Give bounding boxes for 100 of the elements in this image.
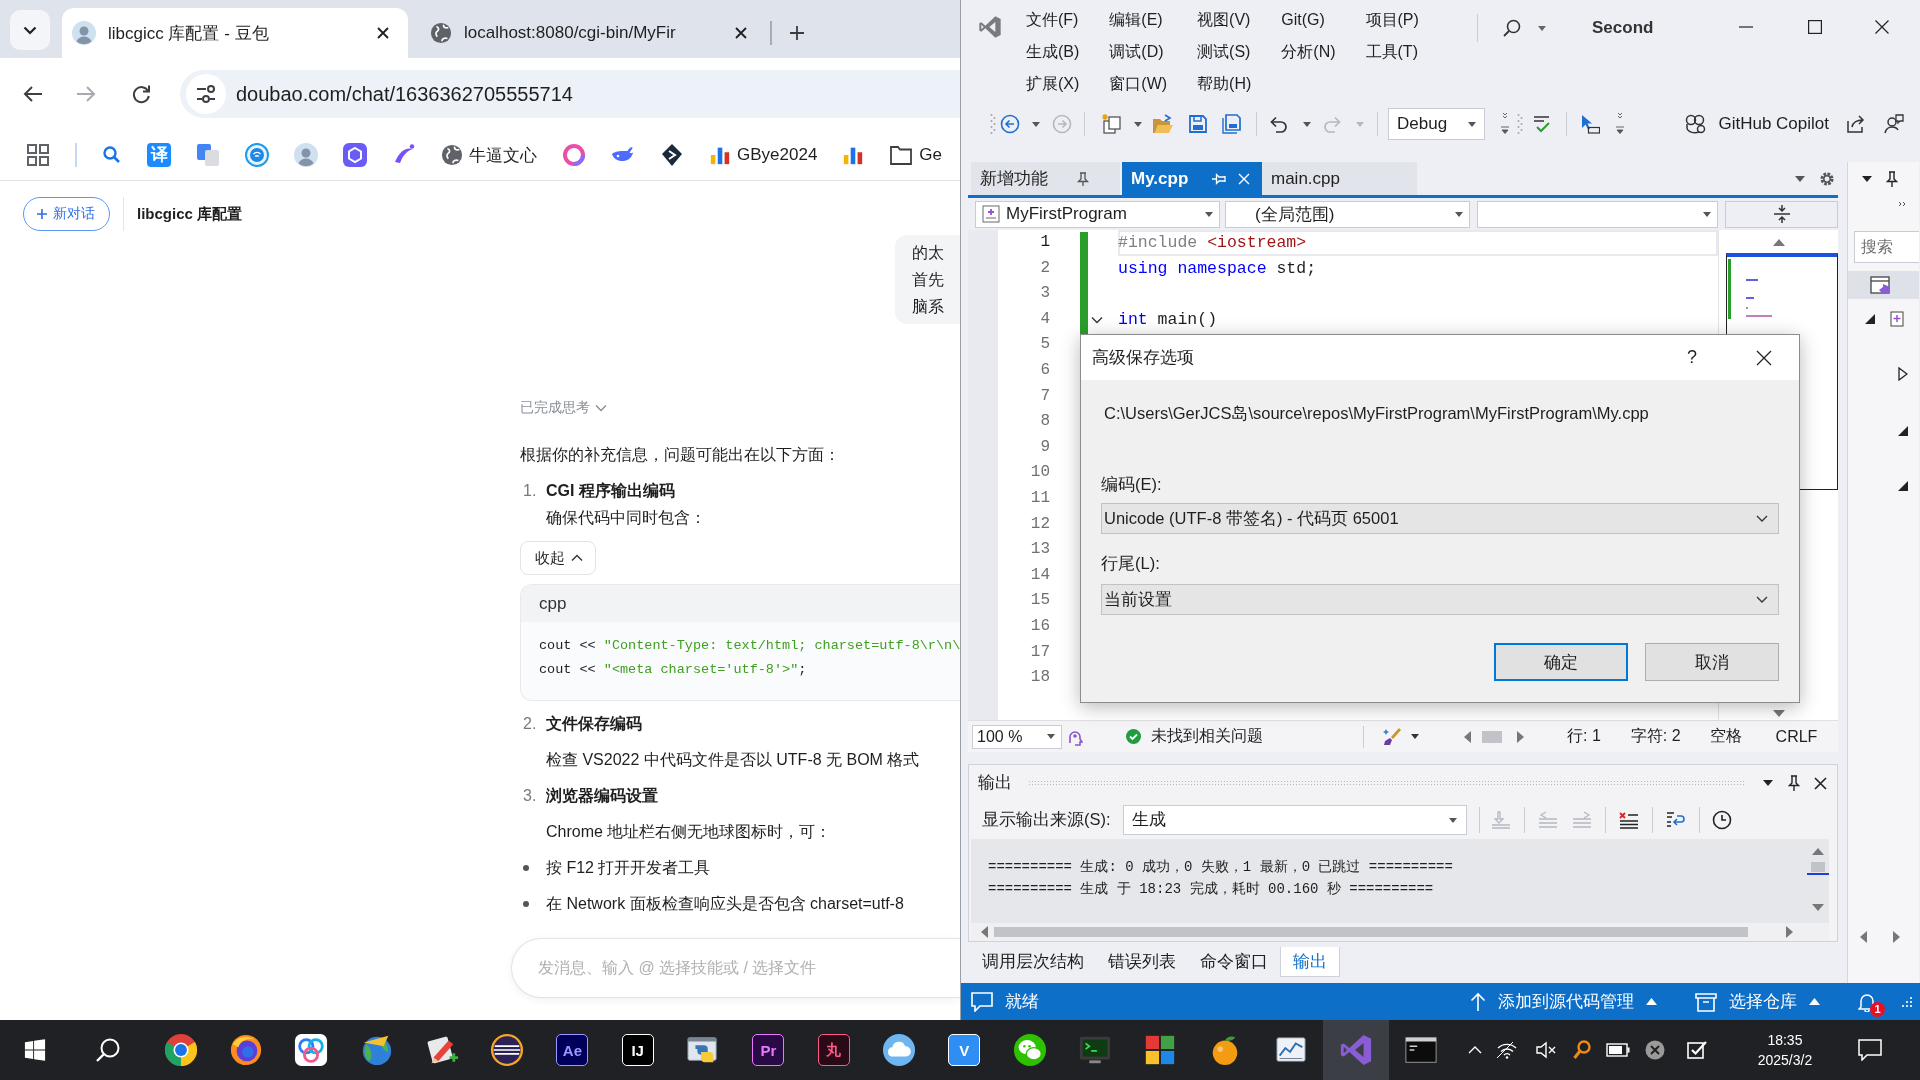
close-icon[interactable] xyxy=(377,27,389,39)
browser-tab[interactable]: localhost:8080/cgi-bin/MyFir xyxy=(420,8,766,58)
scroll-right-icon[interactable] xyxy=(1786,926,1793,938)
wrap-arrow-icon[interactable] xyxy=(1664,810,1687,830)
tree-row[interactable] xyxy=(1848,271,1919,299)
issues-status[interactable]: 未找到相关问题 xyxy=(1151,726,1263,747)
share-icon[interactable] xyxy=(1846,114,1866,134)
encoding-dropdown[interactable]: Unicode (UTF-8 带签名) - 代码页 65001 xyxy=(1101,503,1779,534)
tool-window-tab[interactable]: 调用层次结构 xyxy=(970,947,1096,977)
menu-item[interactable]: 生成(B) xyxy=(1026,36,1080,68)
battery-icon[interactable] xyxy=(1605,1043,1630,1057)
scrollbar-thumb[interactable] xyxy=(994,927,1748,937)
tool-window-tab[interactable]: 错误列表 xyxy=(1096,947,1188,977)
clock-icon[interactable] xyxy=(1711,810,1732,830)
bookmark-link[interactable]: GBye2024 xyxy=(709,144,818,166)
stacked-floppy-icon[interactable] xyxy=(1222,114,1242,134)
gear-icon[interactable] xyxy=(1819,170,1835,187)
bookmark-folder[interactable]: Ge xyxy=(889,144,943,166)
scroll-up-icon[interactable] xyxy=(1772,239,1785,246)
configuration-dropdown[interactable]: Debug xyxy=(1388,108,1485,140)
overflow-icon[interactable] xyxy=(1501,112,1509,136)
start-icon[interactable] xyxy=(24,1039,46,1061)
taskbar-button[interactable]: 丸 xyxy=(800,1020,867,1080)
speech-bubble-icon[interactable] xyxy=(971,991,993,1012)
pin-icon[interactable] xyxy=(1788,775,1800,791)
menu-item[interactable]: 文件(F) xyxy=(1026,4,1080,36)
menu-item[interactable]: 项目(P) xyxy=(1365,4,1419,36)
brush-icon[interactable] xyxy=(1382,726,1402,747)
caret-icon[interactable] xyxy=(1411,734,1419,739)
close-icon[interactable] xyxy=(1875,20,1889,34)
chevron-up-icon[interactable] xyxy=(1467,1046,1482,1054)
dialog-button[interactable]: 取消 xyxy=(1645,643,1779,681)
output-source-dropdown[interactable]: 生成 xyxy=(1122,805,1467,835)
menu-item[interactable]: 窗口(W) xyxy=(1109,68,1168,100)
line-ending-dropdown[interactable]: 当前设置 xyxy=(1101,584,1779,615)
close-icon[interactable] xyxy=(1756,349,1772,366)
copilot-button[interactable]: GitHub Copilot xyxy=(1684,114,1829,134)
scroll-up-icon[interactable] xyxy=(1812,848,1824,855)
taskbar-button[interactable]: Pr xyxy=(735,1020,801,1080)
overflow-icon[interactable] xyxy=(1616,112,1624,136)
wifi-icon[interactable] xyxy=(1495,1041,1518,1059)
caret-icon[interactable] xyxy=(1032,121,1040,127)
zoom-dropdown[interactable]: 100 % xyxy=(972,724,1062,749)
split-window-button[interactable] xyxy=(1725,200,1838,228)
address-bar[interactable]: doubao.com/chat/1636362705555714 xyxy=(180,70,960,118)
new-tab-icon[interactable] xyxy=(789,25,805,41)
message-input[interactable]: 发消息、输入 @ 选择技能或 / 选择文件 xyxy=(511,938,960,998)
cursor-column-text[interactable]: 字符: 2 xyxy=(1630,726,1681,747)
taskbar-button[interactable]: Ae xyxy=(539,1020,606,1080)
browser-tab[interactable]: libcgicc 库配置 - 豆包 xyxy=(62,8,408,58)
menu-item[interactable]: 扩展(X) xyxy=(1026,68,1080,100)
tool-window-tab[interactable]: 命令窗口 xyxy=(1188,947,1280,977)
scrollbar-thumb[interactable] xyxy=(1482,730,1502,743)
tab-search-button[interactable] xyxy=(10,10,50,50)
grip-icon[interactable] xyxy=(990,113,996,135)
grid-icon[interactable] xyxy=(26,143,50,167)
menu-item[interactable]: 视图(V) xyxy=(1197,4,1252,36)
scroll-down-icon[interactable] xyxy=(1772,710,1785,717)
bell-icon[interactable] xyxy=(1858,991,1876,1012)
scroll-left-icon[interactable] xyxy=(981,926,988,938)
scope-dropdown[interactable]: (全局范围) xyxy=(1225,200,1470,228)
document-tab[interactable]: main.cpp xyxy=(1262,162,1417,195)
back-icon[interactable] xyxy=(1000,114,1020,134)
magnifier-icon[interactable] xyxy=(1572,1040,1591,1060)
menu-item[interactable]: 测试(S) xyxy=(1197,36,1252,68)
x-circle-icon[interactable] xyxy=(1644,1040,1665,1060)
bookmark-link[interactable]: 牛逼文心 xyxy=(441,143,537,167)
source-control-button[interactable]: 添加到源代码管理 xyxy=(1470,990,1657,1013)
maximize-icon[interactable] xyxy=(1808,20,1822,34)
ring-icon[interactable] xyxy=(562,143,586,167)
menu-item[interactable]: 工具(T) xyxy=(1365,36,1419,68)
taskbar-button[interactable]: IJ xyxy=(605,1020,671,1080)
search-icon[interactable] xyxy=(95,1037,121,1063)
new-chat-button[interactable]: 新对话 xyxy=(23,197,110,231)
scroll-left-icon[interactable] xyxy=(1464,730,1471,743)
avatar-icon[interactable] xyxy=(294,143,318,167)
scroll-right-icon[interactable] xyxy=(1893,931,1900,943)
cursor-line-text[interactable]: 行: 1 xyxy=(1567,726,1601,747)
caret-icon[interactable] xyxy=(1134,121,1142,127)
reload-icon[interactable] xyxy=(130,83,152,105)
diamond-icon[interactable] xyxy=(660,143,684,167)
signal-circle-icon[interactable] xyxy=(245,143,269,167)
menu-item[interactable]: 分析(N) xyxy=(1281,36,1336,68)
scroll-left-icon[interactable] xyxy=(1860,931,1867,943)
menu-item[interactable]: 帮助(H) xyxy=(1197,68,1252,100)
menu-item[interactable]: 调试(D) xyxy=(1109,36,1168,68)
stacked-pages-icon[interactable] xyxy=(1101,113,1123,135)
speaker-muted-icon[interactable] xyxy=(1535,1041,1556,1059)
x-lines-icon[interactable] xyxy=(1617,810,1640,830)
hexagon-tile-icon[interactable] xyxy=(343,143,367,167)
document-tab[interactable]: 新增功能 xyxy=(971,162,1120,195)
search-field[interactable]: 搜索 xyxy=(1854,231,1919,263)
grip-icon[interactable] xyxy=(1517,113,1523,135)
scroll-down-icon[interactable] xyxy=(1812,904,1824,911)
caret-icon[interactable] xyxy=(1795,175,1805,182)
close-icon[interactable] xyxy=(735,27,747,39)
menu-item[interactable]: Git(G) xyxy=(1281,4,1336,36)
person-bubble-icon[interactable] xyxy=(1884,114,1904,134)
collapse-button[interactable]: 收起 xyxy=(520,541,596,575)
scrollbar-thumb[interactable] xyxy=(1811,862,1825,872)
